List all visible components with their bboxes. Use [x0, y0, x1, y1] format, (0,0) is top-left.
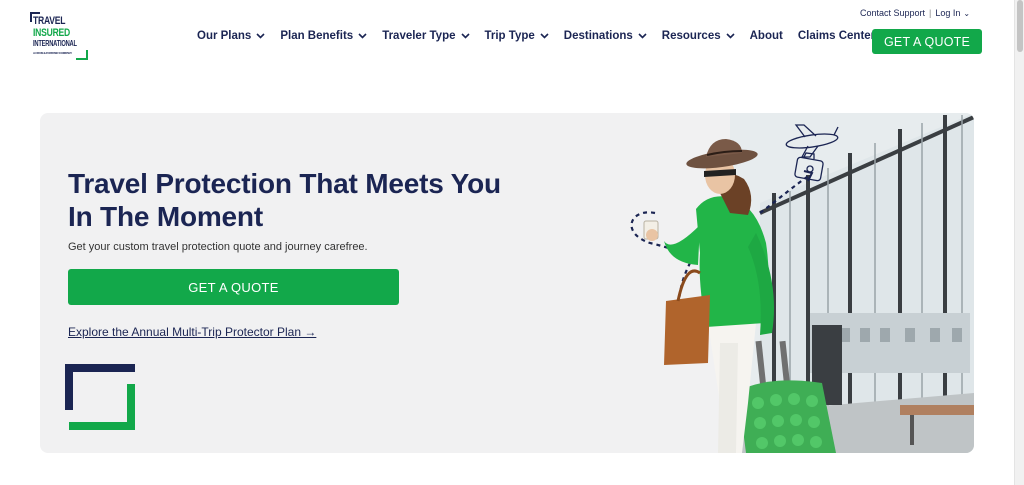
utility-separator: | [929, 8, 932, 18]
bracket-green [69, 384, 135, 430]
login-link[interactable]: Log In ⌄ [935, 8, 970, 18]
logo-line-3: INTERNATIONAL [33, 39, 77, 48]
chevron-down-icon [540, 33, 549, 39]
nav-label: Our Plans [197, 30, 252, 42]
nav-label: Resources [661, 30, 721, 42]
nav-label: About [749, 30, 783, 42]
brand-logo[interactable]: TRAVEL INSURED INTERNATIONAL A CRUM & FO… [30, 12, 88, 60]
nav-item-destinations[interactable]: Destinations [564, 30, 647, 42]
scrollbar-thumb[interactable] [1017, 0, 1023, 52]
contact-support-link[interactable]: Contact Support [860, 8, 925, 18]
chevron-down-icon [358, 33, 367, 39]
decorative-bracket [65, 364, 135, 430]
logo-line-1: TRAVEL [33, 15, 66, 27]
nav-label: Claims Center [797, 30, 876, 42]
header-get-quote-button[interactable]: GET A QUOTE [872, 29, 982, 54]
hero-title: Travel Protection That Meets You In The … [68, 168, 501, 232]
hero-subtitle: Get your custom travel protection quote … [68, 241, 368, 253]
nav-item-trip-type[interactable]: Trip Type [485, 30, 549, 42]
hero-banner: Travel Protection That Meets You In The … [40, 113, 974, 453]
hero-get-quote-button[interactable]: GET A QUOTE [68, 269, 399, 305]
nav-item-plan-benefits[interactable]: Plan Benefits [280, 30, 367, 42]
nav-item-about[interactable]: About [750, 30, 783, 42]
chevron-down-icon: ⌄ [963, 9, 971, 18]
annual-plan-link[interactable]: Explore the Annual Multi-Trip Protector … [68, 325, 316, 339]
chevron-down-icon [256, 33, 265, 39]
login-label: Log In [935, 8, 961, 18]
chevron-down-icon [460, 33, 470, 39]
nav-item-claims-center[interactable]: Claims Center [798, 30, 875, 42]
nav-item-traveler-type[interactable]: Traveler Type [382, 30, 470, 42]
chevron-down-icon [726, 33, 735, 39]
chevron-down-icon [638, 33, 647, 39]
nav-item-resources[interactable]: Resources [662, 30, 735, 42]
nav-label: Destinations [563, 30, 633, 42]
main-nav: Our Plans Plan Benefits Traveler Type Tr… [197, 30, 890, 42]
utility-links: Contact Support | Log In ⌄ [860, 8, 970, 18]
nav-item-our-plans[interactable]: Our Plans [197, 30, 265, 42]
logo-bracket-bottom [76, 50, 88, 60]
logo-tagline: A CRUM & FORSTER COMPANY [33, 51, 72, 55]
nav-label: Trip Type [484, 30, 535, 42]
nav-label: Plan Benefits [280, 30, 354, 42]
nav-label: Traveler Type [382, 30, 456, 42]
traveler-photo [630, 113, 974, 453]
logo-line-2: INSURED [33, 27, 70, 39]
page-scrollbar[interactable] [1014, 0, 1024, 485]
